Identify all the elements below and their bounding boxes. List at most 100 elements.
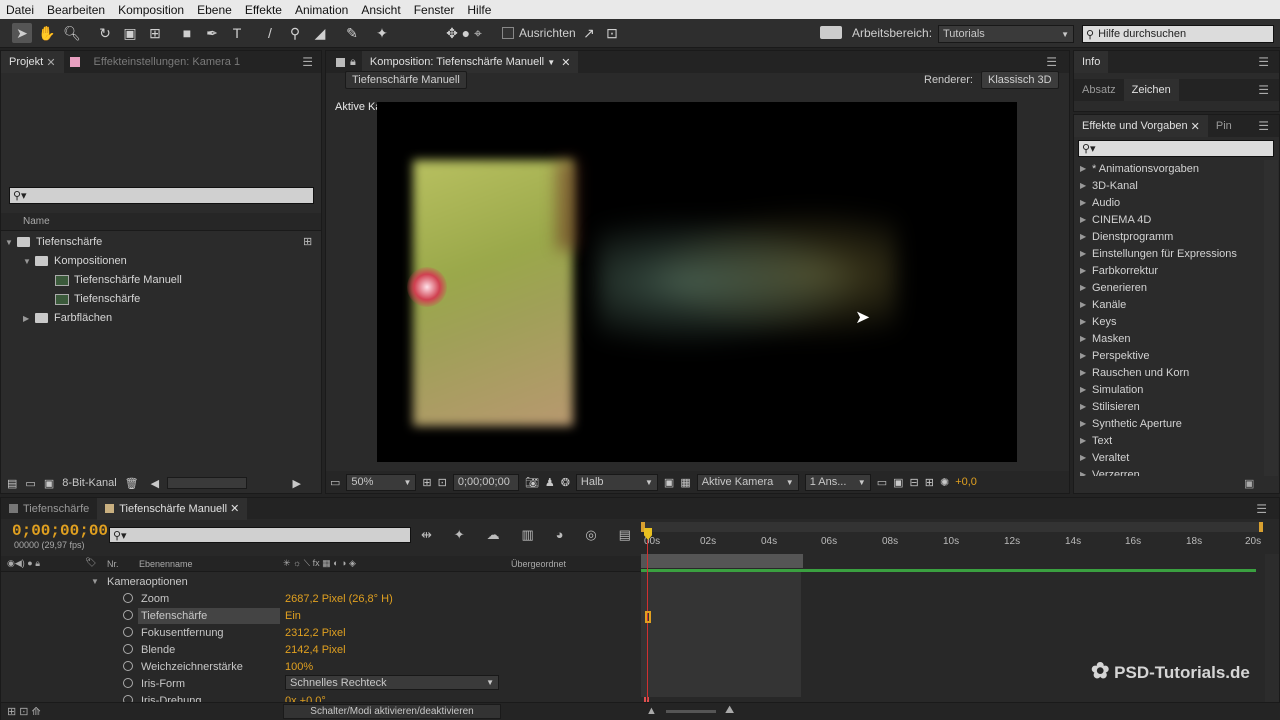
show-snapshot-icon[interactable]: ♟ — [545, 476, 555, 489]
current-time-field[interactable]: 0;00;00;00 — [452, 473, 519, 491]
property-value[interactable]: 2687,2 Pixel (26,8° H) — [285, 593, 393, 605]
flowchart-icon[interactable]: ⊞ — [303, 235, 312, 248]
zoom-slider[interactable] — [666, 710, 716, 713]
tab-komposition[interactable]: Komposition: Tiefenschärfe Manuell ▼ ✕ — [361, 51, 579, 73]
effect-category-item[interactable]: ▶ Rauschen und Korn — [1080, 364, 1189, 381]
roto-brush-tool-icon[interactable]: ✎ — [342, 23, 362, 43]
channels-icon[interactable]: ❂ — [561, 476, 570, 489]
camera-tool-icon[interactable]: ▣ — [120, 23, 140, 43]
av-switch-icons[interactable]: ◉◀) ● 🔒︎ — [7, 558, 40, 569]
bitdepth-label[interactable]: 8-Bit-Kanal — [62, 477, 116, 489]
resolution-select[interactable]: Halb ▼ — [575, 473, 658, 491]
property-value[interactable]: Ein — [285, 610, 301, 622]
property-value[interactable]: 100% — [285, 661, 313, 673]
panel-menu-icon[interactable]: ☰ — [1046, 55, 1057, 69]
menu-effekte[interactable]: Effekte — [245, 3, 282, 17]
frame-blending-icon[interactable]: ▥ — [521, 527, 533, 543]
fit-icon[interactable]: ⊞ — [422, 476, 431, 489]
comp-viewer[interactable]: ➤ — [377, 102, 1017, 462]
flowchart-icon[interactable]: ⊞ — [925, 476, 934, 489]
effect-category-item[interactable]: ▶ CINEMA 4D — [1080, 211, 1151, 228]
brush-tool-icon[interactable]: / — [260, 23, 280, 43]
selection-tool-icon[interactable]: ➤ — [12, 23, 32, 43]
tab-effekteinstellungen[interactable]: Effekteinstellungen: Kamera 1 — [86, 51, 249, 73]
menu-ebene[interactable]: Ebene — [197, 3, 232, 17]
effect-category-item[interactable]: ▶ Kanäle — [1080, 296, 1126, 313]
effect-category-item[interactable]: ▶ Verzerren — [1080, 466, 1140, 477]
horizontal-scrollbar[interactable] — [167, 477, 248, 489]
effects-search-input[interactable]: ⚲▾ — [1078, 140, 1274, 157]
hide-shy-icon[interactable]: ☁ — [487, 527, 500, 543]
menu-bearbeiten[interactable]: Bearbeiten — [47, 3, 105, 17]
brainstorm-icon[interactable]: ▤ — [619, 527, 631, 543]
effect-category-item[interactable]: ▶ * Animationsvorgaben — [1080, 160, 1199, 177]
tab-absatz[interactable]: Absatz — [1074, 79, 1124, 101]
timeline-scrollbar[interactable] — [1265, 554, 1279, 704]
stopwatch-icon[interactable] — [123, 610, 133, 620]
menu-datei[interactable]: Datei — [6, 3, 34, 17]
col-name[interactable]: Name — [23, 216, 50, 227]
views-select[interactable]: 1 Ans... ▼ — [804, 473, 871, 491]
pen-tool-icon[interactable]: ✒ — [202, 23, 222, 43]
new-comp-icon[interactable]: ▣ — [44, 477, 54, 490]
panel-menu-icon[interactable]: ☰ — [1258, 83, 1269, 97]
panel-menu-icon[interactable]: ☰ — [1256, 502, 1267, 516]
region-of-interest-icon[interactable]: ▣ — [664, 476, 674, 489]
fast-preview-icon[interactable]: ▣ — [893, 476, 903, 489]
hand-tool-icon[interactable]: ✋ — [37, 23, 57, 43]
graph-editor-icon[interactable]: ◎ — [585, 527, 596, 543]
lock-icon[interactable]: 🔒︎ — [350, 56, 356, 69]
property-name[interactable]: Iris-Form — [138, 676, 280, 692]
label-icon[interactable]: 🏷︎ — [85, 557, 96, 568]
zoom-select[interactable]: 50% ▼ — [346, 473, 417, 491]
effect-category-item[interactable]: ▶ Keys — [1080, 313, 1116, 330]
stopwatch-icon[interactable] — [123, 644, 133, 654]
col-ebenenname[interactable]: Ebenenname — [139, 559, 193, 569]
property-value[interactable]: 2312,2 Pixel — [285, 627, 346, 639]
effect-category-item[interactable]: ▶ Veraltet — [1080, 449, 1129, 466]
tree-item-kompositionen[interactable]: ▼ Kompositionen — [23, 252, 127, 270]
project-search-input[interactable]: ⚲▾ — [9, 187, 314, 204]
ausrichten-checkbox[interactable] — [502, 27, 514, 39]
expand-collapse-icons[interactable]: ⊞ ⊡ ⟰ — [7, 705, 41, 718]
comp-mini-flowchart-icon[interactable]: ⇹ — [421, 527, 432, 543]
puppet-tool-icon[interactable]: ✦ — [372, 23, 392, 43]
snap-grid-icon[interactable]: ⊡ — [602, 23, 622, 43]
effect-category-item[interactable]: ▶ Masken — [1080, 330, 1131, 347]
axis-mode-icons[interactable]: ✥ ● ⌖ — [440, 23, 488, 43]
timeline-timecode[interactable]: 0;00;00;00 — [12, 522, 108, 540]
stopwatch-icon[interactable] — [123, 661, 133, 671]
renderer-button[interactable]: Klassisch 3D — [981, 71, 1059, 89]
effect-category-item[interactable]: ▶ Synthetic Aperture — [1080, 415, 1182, 432]
menu-ansicht[interactable]: Ansicht — [361, 3, 400, 17]
new-folder-icon[interactable]: ▭ — [25, 477, 35, 490]
property-value[interactable]: 2142,4 Pixel — [285, 644, 346, 656]
iris-form-select[interactable]: Schnelles Rechteck ▼ — [285, 675, 499, 690]
pan-behind-tool-icon[interactable]: ⊞ — [145, 23, 165, 43]
tab-zeichen[interactable]: Zeichen — [1123, 79, 1179, 101]
tab-info[interactable]: Info — [1074, 51, 1109, 73]
tab-timeline-tiefenschaerfe[interactable]: Tiefenschärfe — [1, 498, 97, 520]
stamp-tool-icon[interactable]: ⚲ — [285, 23, 305, 43]
new-bin-icon[interactable]: ▣ — [1244, 477, 1254, 490]
menu-hilfe[interactable]: Hilfe — [467, 3, 491, 17]
layer-keyframe-area[interactable] — [641, 572, 801, 697]
tree-item-comp-manuell[interactable]: Tiefenschärfe Manuell — [55, 271, 182, 289]
tab-pinsel[interactable]: Pin — [1208, 115, 1240, 137]
comp-breadcrumb[interactable]: Tiefenschärfe Manuell — [345, 71, 467, 89]
timeline-icon[interactable]: ⊟ — [910, 476, 919, 489]
work-area-bar[interactable] — [641, 522, 1263, 532]
scroll-left-icon[interactable]: ◀ — [151, 477, 159, 490]
panel-menu-icon[interactable]: ☰ — [1258, 119, 1269, 133]
camera-select[interactable]: Aktive Kamera ▼ — [696, 473, 799, 491]
stopwatch-icon[interactable] — [123, 627, 133, 637]
effect-category-item[interactable]: ▶ 3D-Kanal — [1080, 177, 1138, 194]
tab-timeline-manuell[interactable]: Tiefenschärfe Manuell ✕ — [97, 497, 248, 520]
exposure-icon[interactable]: ✺ — [940, 476, 949, 489]
toggle-switches-modes-button[interactable]: Schalter/Modi aktivieren/deaktivieren — [283, 704, 501, 719]
tab-projekt[interactable]: Projekt ✕ — [1, 51, 64, 73]
tree-item-tiefenschaerfe-folder[interactable]: ▼ Tiefenschärfe — [5, 233, 102, 251]
interpret-footage-icon[interactable]: ▤ — [7, 477, 17, 490]
property-name[interactable]: Zoom — [138, 591, 280, 607]
effect-category-item[interactable]: ▶ Stilisieren — [1080, 398, 1140, 415]
